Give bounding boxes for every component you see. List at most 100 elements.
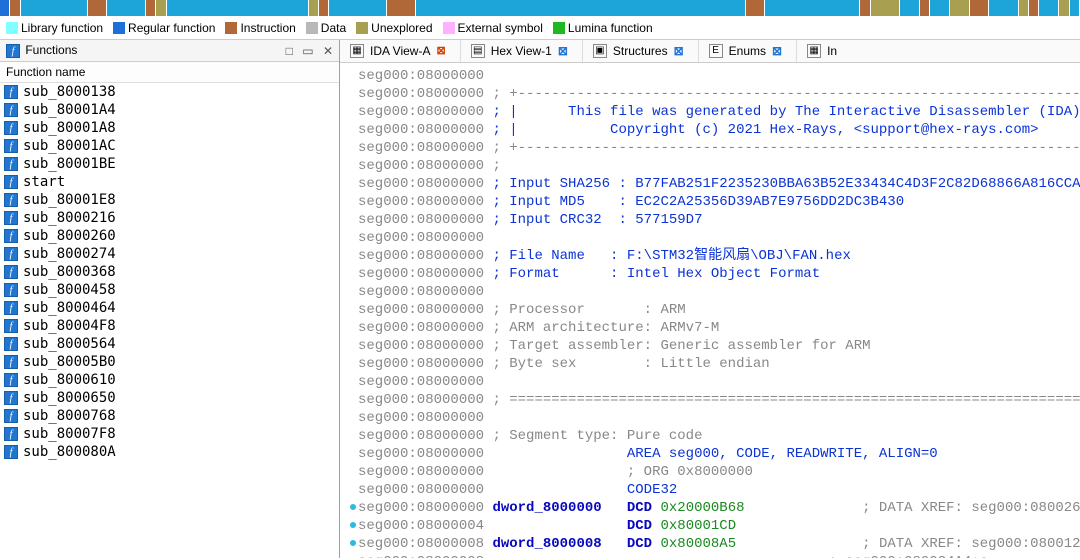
disasm-line[interactable]: seg000:08000008 ; seg000:080024A4↓o [340, 553, 1080, 558]
function-item[interactable]: sub_8000260 [0, 227, 339, 245]
function-item[interactable]: sub_8000458 [0, 281, 339, 299]
nav-segment[interactable] [1070, 0, 1080, 16]
navigation-band[interactable] [0, 0, 1080, 16]
tab-hex-view-1[interactable]: ▤Hex View-1⊠ [460, 40, 582, 62]
tab-structures[interactable]: ▣Structures⊠ [582, 40, 698, 62]
disasm-line[interactable]: seg000:08000000 CODE32 [340, 481, 1080, 499]
disasm-line[interactable]: seg000:08000000 [340, 283, 1080, 301]
disasm-line[interactable]: seg000:08000000 ; +---------------------… [340, 139, 1080, 157]
nav-segment[interactable] [156, 0, 166, 16]
nav-segment[interactable] [1019, 0, 1029, 16]
disasm-line[interactable]: seg000:08000000 [340, 409, 1080, 427]
nav-segment[interactable] [989, 0, 1018, 16]
function-item[interactable]: sub_800080A [0, 443, 339, 461]
nav-segment[interactable] [146, 0, 156, 16]
disasm-line[interactable]: seg000:08000000 ; | Copyright (c) 2021 H… [340, 121, 1080, 139]
nav-segment[interactable] [416, 0, 746, 16]
disasm-line[interactable]: seg000:08000000 ; Processor : ARM [340, 301, 1080, 319]
nav-segment[interactable] [309, 0, 319, 16]
disasm-line[interactable]: seg000:08000000 ; Target assembler: Gene… [340, 337, 1080, 355]
legend-label: Instruction [240, 21, 295, 35]
disasm-line[interactable]: seg000:08000000 ; Input CRC32 : 577159D7 [340, 211, 1080, 229]
panel-close-icon[interactable]: ✕ [323, 44, 333, 58]
nav-segment[interactable] [387, 0, 416, 16]
close-icon[interactable]: ⊠ [674, 44, 684, 58]
tab-ida-view-a[interactable]: ▦IDA View-A⊠ [340, 40, 460, 62]
nav-segment[interactable] [746, 0, 766, 16]
nav-segment[interactable] [329, 0, 386, 16]
function-item[interactable]: sub_8000610 [0, 371, 339, 389]
function-item[interactable]: sub_80001AC [0, 137, 339, 155]
disassembly-view[interactable]: seg000:08000000 seg000:08000000 ; +-----… [340, 63, 1080, 558]
nav-segment[interactable] [1039, 0, 1059, 16]
nav-segment[interactable] [970, 0, 990, 16]
disasm-line[interactable]: seg000:08000000 AREA seg000, CODE, READW… [340, 445, 1080, 463]
tab-enums[interactable]: EEnums⊠ [698, 40, 796, 62]
function-item[interactable]: sub_80001A4 [0, 101, 339, 119]
disasm-line[interactable]: seg000:08000000 ; Input MD5 : EC2C2A2535… [340, 193, 1080, 211]
disasm-line[interactable]: seg000:08000000 ; File Name : F:\STM32智能… [340, 247, 1080, 265]
column-header-function-name[interactable]: Function name [0, 62, 339, 83]
nav-segment[interactable] [900, 0, 920, 16]
nav-segment[interactable] [950, 0, 970, 16]
nav-segment[interactable] [167, 0, 309, 16]
disasm-line[interactable]: seg000:08000004 DCD 0x80001CD [340, 517, 1080, 535]
function-item[interactable]: sub_8000650 [0, 389, 339, 407]
function-item[interactable]: sub_8000464 [0, 299, 339, 317]
function-item[interactable]: sub_8000768 [0, 407, 339, 425]
nav-segment[interactable] [920, 0, 930, 16]
close-icon[interactable]: ⊠ [772, 44, 782, 58]
disasm-line[interactable]: seg000:08000000 ; ======================… [340, 391, 1080, 409]
disasm-line[interactable]: seg000:08000000 [340, 373, 1080, 391]
disasm-line[interactable]: seg000:08000000 ; Byte sex : Little endi… [340, 355, 1080, 373]
function-item[interactable]: sub_80001E8 [0, 191, 339, 209]
panel-restore-icon[interactable]: □ [286, 44, 293, 58]
nav-segment[interactable] [10, 0, 20, 16]
function-item[interactable]: start [0, 173, 339, 191]
function-item[interactable]: sub_80004F8 [0, 317, 339, 335]
function-item[interactable]: sub_8000274 [0, 245, 339, 263]
tab-in[interactable]: ▦In [796, 40, 851, 62]
disasm-line[interactable]: seg000:08000000 ; [340, 157, 1080, 175]
function-item[interactable]: sub_8000564 [0, 335, 339, 353]
nav-segment[interactable] [871, 0, 900, 16]
nav-segment[interactable] [1059, 0, 1069, 16]
close-icon[interactable]: ⊠ [558, 44, 568, 58]
disasm-line[interactable]: seg000:08000000 ; ORG 0x8000000 [340, 463, 1080, 481]
panel-title-text: Functions [25, 43, 77, 57]
nav-segment[interactable] [319, 0, 329, 16]
view-tabs[interactable]: ▦IDA View-A⊠▤Hex View-1⊠▣Structures⊠EEnu… [340, 40, 1080, 63]
function-item[interactable]: sub_8000138 [0, 83, 339, 101]
disasm-line[interactable]: seg000:08000000 ; Format : Intel Hex Obj… [340, 265, 1080, 283]
function-item[interactable]: sub_80001A8 [0, 119, 339, 137]
disasm-line[interactable]: seg000:08000000 ; ARM architecture: ARMv… [340, 319, 1080, 337]
functions-list[interactable]: sub_8000138sub_80001A4sub_80001A8sub_800… [0, 83, 339, 558]
function-item[interactable]: sub_8000368 [0, 263, 339, 281]
function-item[interactable]: sub_8000216 [0, 209, 339, 227]
disasm-line[interactable]: seg000:08000000 dword_8000000 DCD 0x2000… [340, 499, 1080, 517]
panel-pin-icon[interactable]: ▭ [302, 44, 313, 58]
nav-segment[interactable] [88, 0, 108, 16]
function-item[interactable]: sub_80007F8 [0, 425, 339, 443]
functions-panel-header[interactable]: Functions □ ▭ ✕ [0, 40, 339, 63]
disasm-line[interactable]: seg000:08000000 ; +---------------------… [340, 85, 1080, 103]
disasm-line[interactable]: seg000:08000008 dword_8000008 DCD 0x8000… [340, 535, 1080, 553]
nav-segment[interactable] [765, 0, 860, 16]
nav-segment[interactable] [1029, 0, 1039, 16]
disasm-line[interactable]: seg000:08000000 [340, 67, 1080, 85]
nav-segment[interactable] [107, 0, 146, 16]
function-item[interactable]: sub_80005B0 [0, 353, 339, 371]
close-icon[interactable]: ⊠ [436, 44, 445, 57]
function-name: sub_800080A [23, 444, 116, 460]
disasm-line[interactable]: seg000:08000000 ; Segment type: Pure cod… [340, 427, 1080, 445]
nav-segment[interactable] [860, 0, 870, 16]
disasm-line[interactable]: seg000:08000000 ; | This file was genera… [340, 103, 1080, 121]
functions-panel: Functions □ ▭ ✕ Function name sub_800013… [0, 40, 340, 558]
nav-segment[interactable] [21, 0, 88, 16]
disasm-line[interactable]: seg000:08000000 ; Input SHA256 : B77FAB2… [340, 175, 1080, 193]
disasm-line[interactable]: seg000:08000000 [340, 229, 1080, 247]
function-item[interactable]: sub_80001BE [0, 155, 339, 173]
nav-segment[interactable] [0, 0, 10, 16]
nav-segment[interactable] [930, 0, 950, 16]
legend-label: Data [321, 21, 346, 35]
